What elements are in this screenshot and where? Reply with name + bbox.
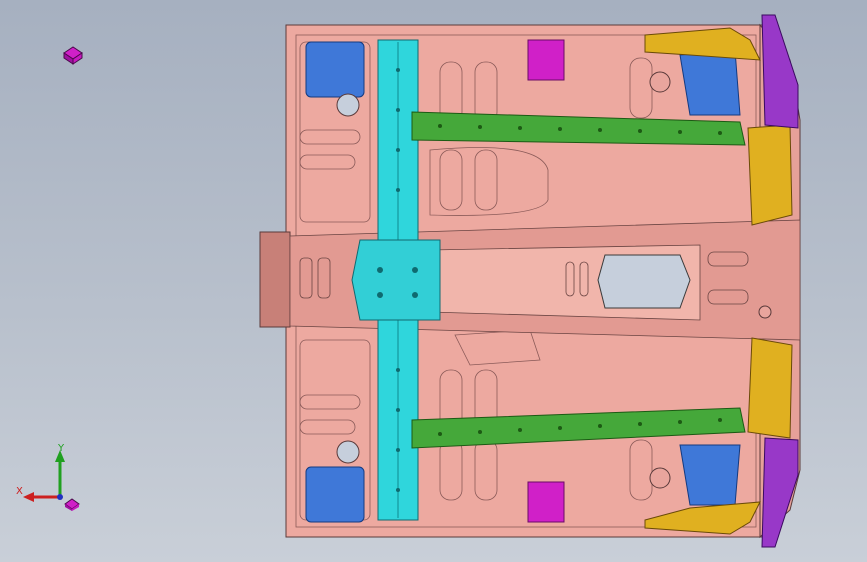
sill-bottom-right[interactable] — [761, 437, 799, 548]
view-cube-icon[interactable] — [62, 45, 84, 65]
z-axis-dot — [57, 494, 63, 500]
tunnel-opening — [597, 254, 691, 309]
triad-cube-icon — [64, 498, 80, 511]
pad-bottom[interactable] — [527, 481, 565, 523]
pad-top[interactable] — [527, 39, 565, 81]
cad-viewport[interactable]: X Y — [0, 0, 867, 562]
cross-member-center-node[interactable] — [351, 239, 441, 321]
floor-assembly-model[interactable] — [0, 0, 867, 562]
reinforcement-right-lower[interactable] — [747, 337, 793, 439]
bracket-bottom-left[interactable] — [305, 466, 365, 523]
bracket-top-left[interactable] — [305, 41, 365, 98]
reinforcement-right-upper[interactable] — [747, 124, 793, 226]
sill-top-right[interactable] — [761, 14, 799, 129]
bracket-bottom-right[interactable] — [679, 444, 741, 506]
triad-x-label: X — [16, 486, 23, 497]
triad-y-label: Y — [58, 443, 65, 454]
tunnel-front-tab — [259, 231, 291, 328]
bracket-top-right[interactable] — [679, 49, 741, 116]
